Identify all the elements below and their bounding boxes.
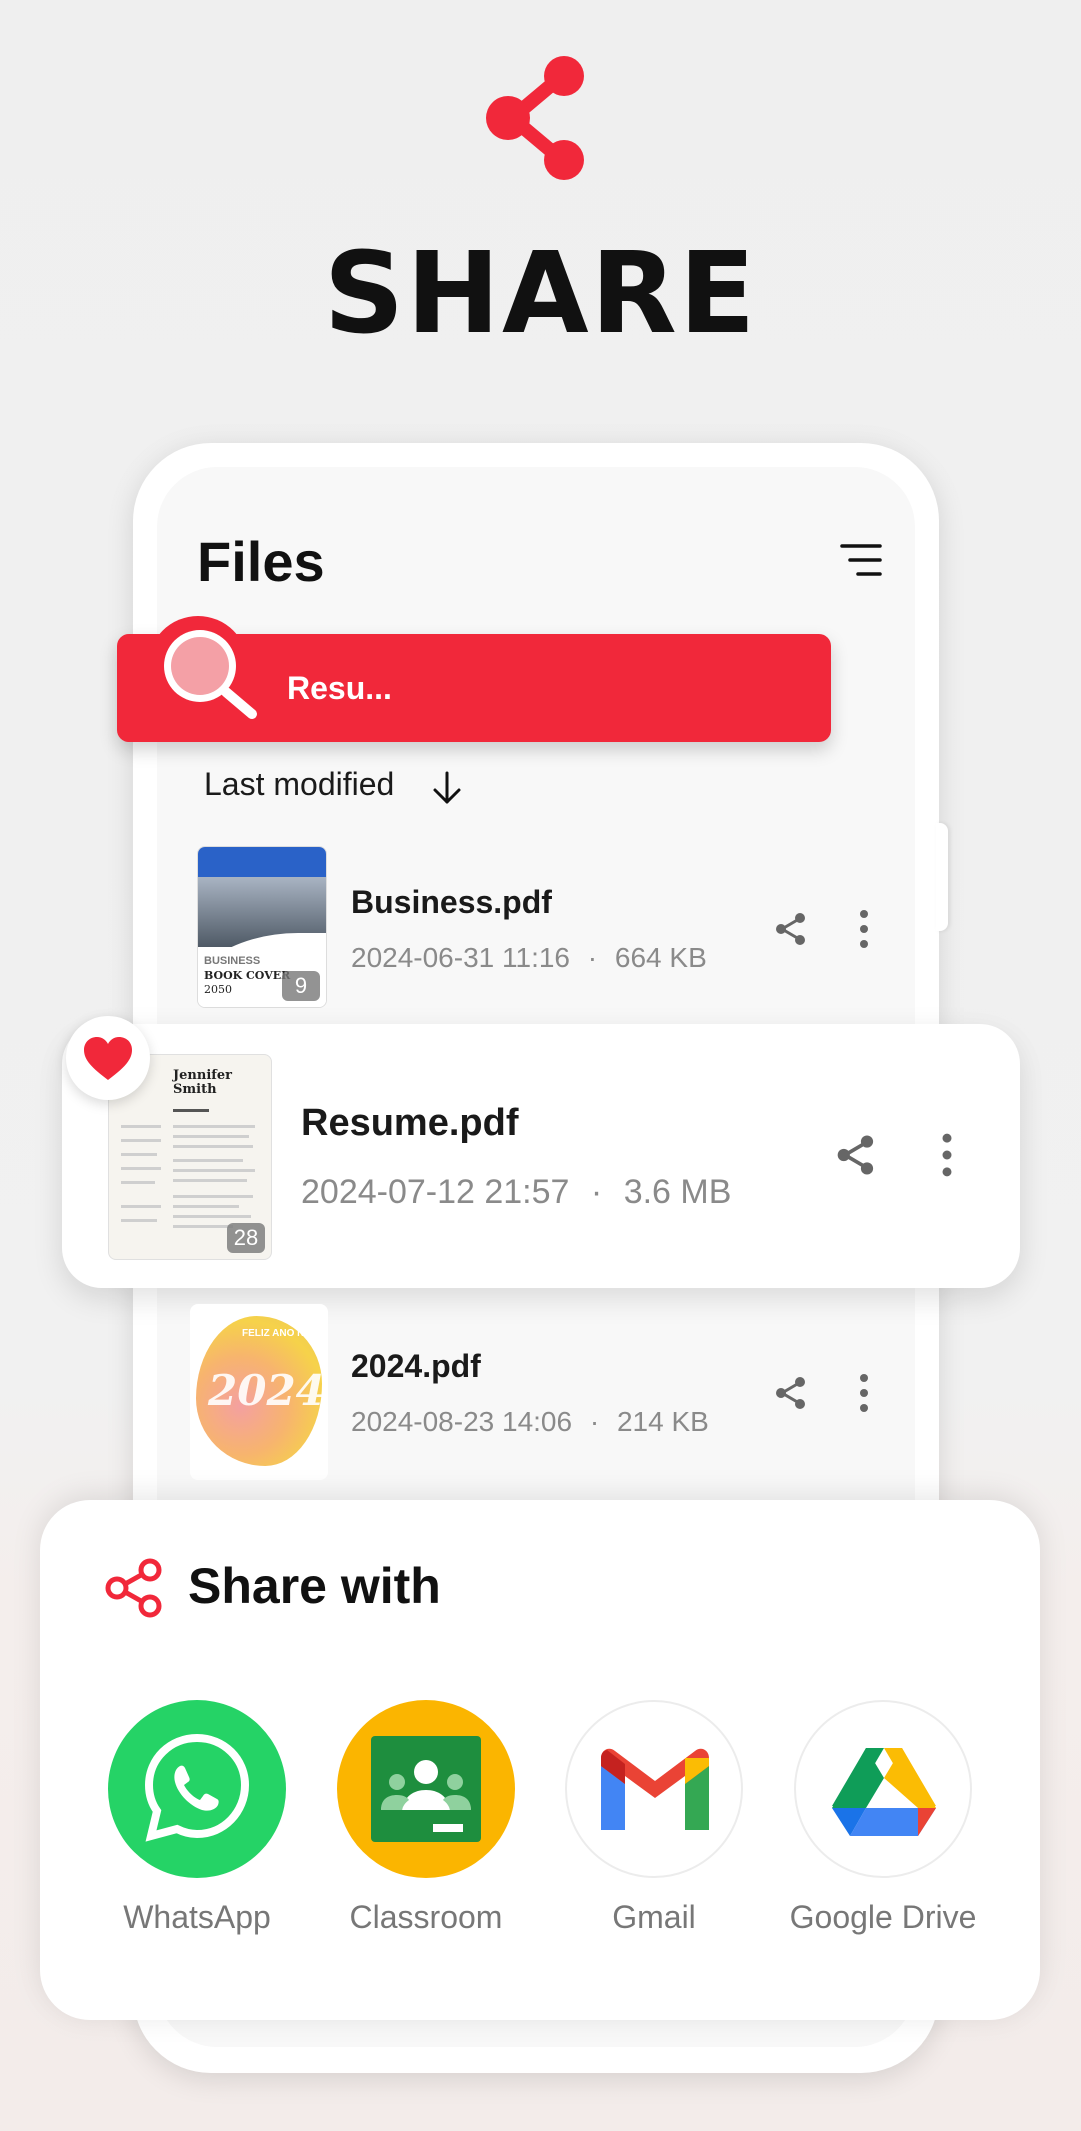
filter-menu-icon[interactable] (840, 543, 882, 577)
heart-icon (84, 1037, 132, 1080)
app-label: Gmail (612, 1899, 696, 1935)
file-name[interactable]: Resume.pdf (301, 1102, 518, 1145)
file-size: 3.6 MB (623, 1173, 732, 1211)
more-options-icon[interactable] (856, 1373, 872, 1413)
thumb-text: 2050 (204, 983, 232, 996)
file-meta: 2024-06-31 11:16 · 664 KB (351, 942, 707, 974)
google-drive-icon (832, 1748, 936, 1836)
file-meta: 2024-07-12 21:57 · 3.6 MB (301, 1173, 731, 1212)
file-name[interactable]: 2024.pdf (351, 1348, 481, 1385)
gmail-icon (601, 1748, 709, 1830)
search-icon (148, 616, 257, 719)
file-size: 664 KB (614, 942, 707, 973)
file-date: 2024-07-12 21:57 (301, 1173, 570, 1211)
share-icon (486, 56, 584, 180)
file-thumbnail-business[interactable]: BUSINESS BOOK COVER 2050 9 (197, 846, 327, 1008)
search-value: Resu... (287, 670, 392, 706)
page-count-badge: 28 (227, 1223, 265, 1253)
thumb-text: 2024 (208, 1366, 325, 1415)
share-icon (105, 1558, 162, 1618)
thumb-text: FELIZ ANO NOVO (242, 1328, 327, 1339)
arrow-down-icon[interactable] (431, 770, 463, 806)
file-thumbnail-2024[interactable]: FELIZ ANO NOVO 2024 (190, 1304, 328, 1480)
file-meta: 2024-08-23 14:06 · 214 KB (351, 1406, 709, 1438)
more-options-icon[interactable] (856, 909, 872, 949)
file-size: 214 KB (616, 1406, 709, 1437)
thumb-text: BOOK COVER (204, 969, 291, 982)
app-label: Google Drive (789, 1899, 977, 1935)
share-icon[interactable] (773, 1375, 809, 1411)
classroom-button[interactable] (337, 1700, 515, 1878)
whatsapp-button[interactable] (108, 1700, 286, 1878)
page-title: Files (197, 530, 325, 593)
meta-separator: · (589, 1406, 600, 1437)
app-label: WhatsApp (123, 1899, 271, 1935)
sort-label[interactable]: Last modified (204, 766, 394, 803)
more-options-icon[interactable] (938, 1131, 956, 1179)
google-drive-button[interactable] (794, 1700, 972, 1878)
thumb-text: Jennifer Smith (173, 1068, 232, 1097)
file-date: 2024-08-23 14:06 (351, 1406, 573, 1437)
classroom-icon (371, 1736, 481, 1842)
share-sheet-title: Share with (188, 1558, 441, 1614)
hero-title: SHARE (323, 229, 758, 359)
meta-separator: · (587, 942, 598, 973)
gmail-button[interactable] (565, 1700, 743, 1878)
page-count-badge: 9 (282, 971, 320, 1001)
file-date: 2024-06-31 11:16 (351, 942, 570, 973)
phone-side-button (936, 823, 948, 931)
share-icon[interactable] (773, 911, 809, 947)
whatsapp-icon (144, 1733, 250, 1842)
file-name[interactable]: Business.pdf (351, 884, 552, 921)
app-label: Classroom (349, 1899, 503, 1935)
share-icon[interactable] (834, 1133, 878, 1177)
thumb-text: BUSINESS (204, 955, 261, 967)
meta-separator: · (590, 1173, 603, 1211)
